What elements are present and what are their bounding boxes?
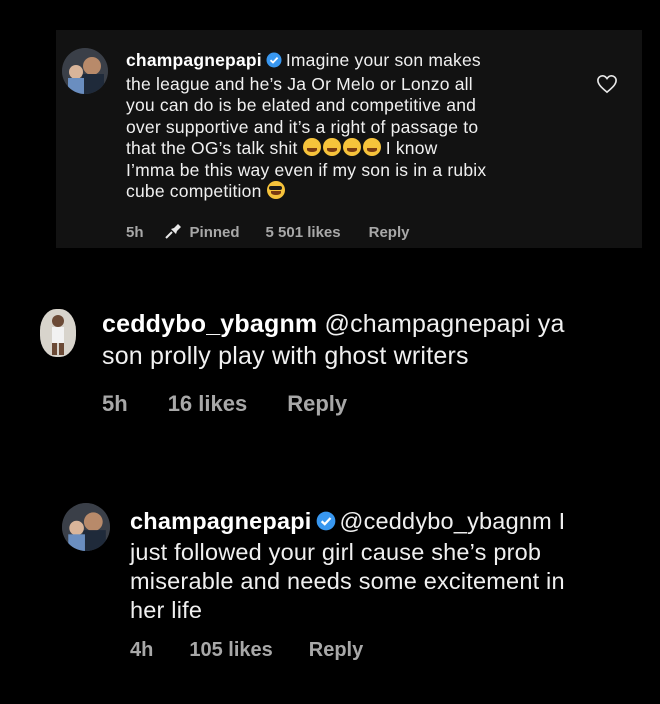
comment-meta: 5h 16 likes Reply [102,391,347,417]
verified-badge-icon [266,52,282,74]
avatar[interactable] [40,309,76,357]
reply-button[interactable]: Reply [309,639,363,662]
verified-badge-icon [316,509,336,538]
comment-meta: 4h 105 likes Reply [130,639,363,662]
face-with-tears-of-joy-icon [302,138,321,156]
likes-count[interactable]: 5 501 likes [266,224,341,241]
pinned-label: Pinned [189,223,240,241]
smiling-face-with-sunglasses-icon [266,181,285,199]
avatar[interactable] [62,48,108,94]
comment-meta: 5h Pinned 5 501 likes Reply [126,221,409,243]
avatar[interactable] [62,503,110,551]
avatar-image [40,309,76,357]
face-with-tears-of-joy-icon [362,138,381,156]
comment: ceddybo_ybagnm @champagnepapi ya son pro… [0,295,660,425]
pin-icon [164,221,184,243]
comment-time: 4h [130,639,154,661]
pinned-comment: champagnepapi Imagine your son makes the … [56,30,642,248]
heart-icon[interactable] [596,74,618,99]
likes-count[interactable]: 105 likes [189,639,272,662]
comment-text: champagnepapi @ceddybo_ybagnm I just foll… [130,508,566,623]
face-with-tears-of-joy-icon [342,138,361,156]
comment-username[interactable]: champagnepapi [126,50,262,70]
comment-text: ceddybo_ybagnm @champagnepapi ya son pro… [102,310,565,370]
comment-username[interactable]: champagnepapi [130,508,312,534]
face-with-tears-of-joy-icon [322,138,341,156]
avatar-image [62,503,110,551]
likes-count[interactable]: 16 likes [168,391,248,417]
avatar-image [62,48,108,94]
comment-time: 5h [102,391,128,416]
comment-username[interactable]: ceddybo_ybagnm [102,310,317,338]
reply-button[interactable]: Reply [287,391,347,417]
comment: champagnepapi @ceddybo_ybagnm I just foll… [0,495,660,675]
reply-button[interactable]: Reply [369,224,410,241]
comment-text: champagnepapi Imagine your son makes the … [126,50,487,201]
comment-time: 5h [126,223,144,241]
